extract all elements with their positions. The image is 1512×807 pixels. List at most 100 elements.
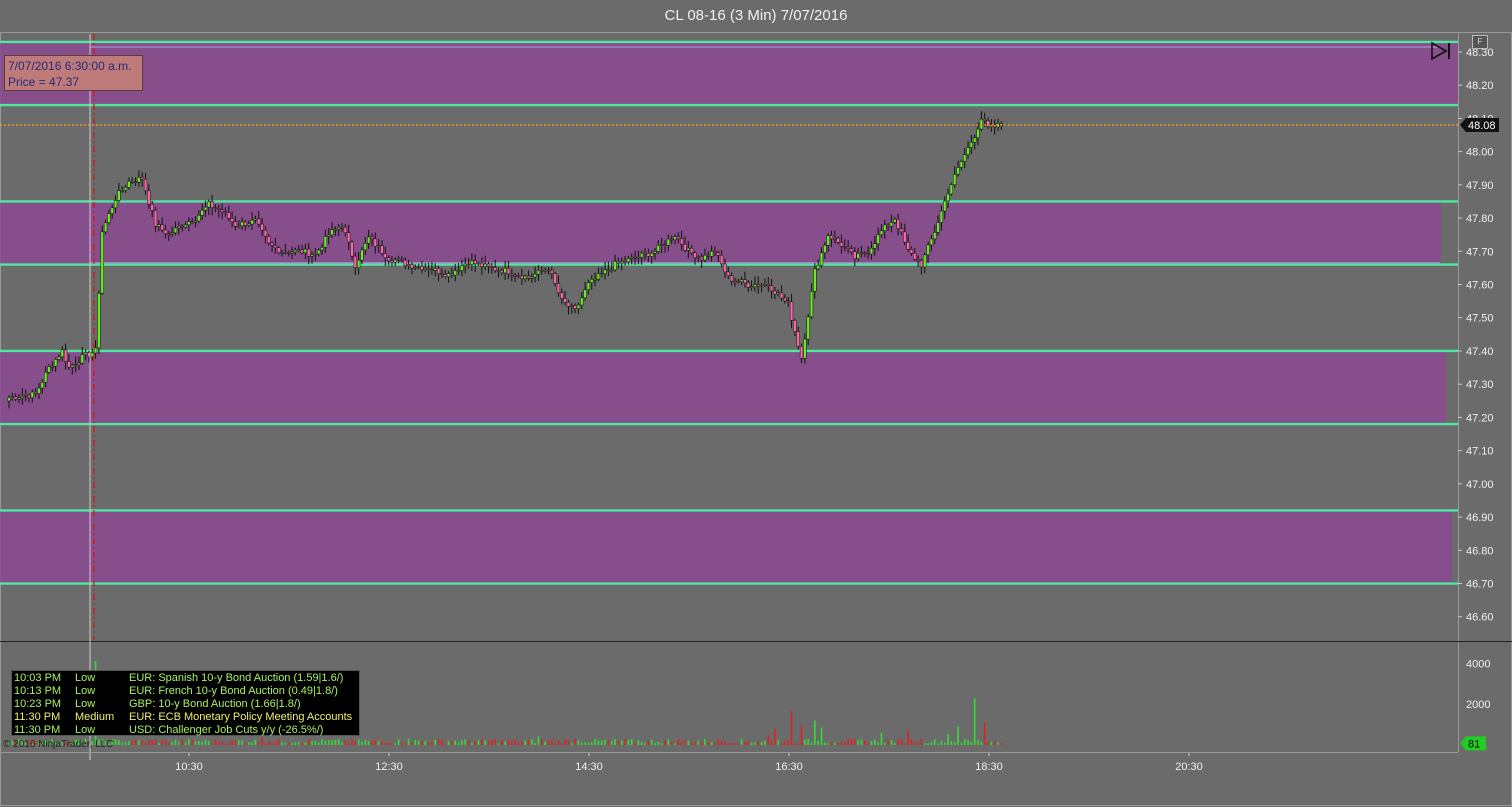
volume-bar-up bbox=[807, 739, 809, 745]
volume-bar-up bbox=[504, 741, 506, 745]
candle-up bbox=[696, 256, 700, 259]
volume-bar-down bbox=[411, 742, 413, 745]
candle-up bbox=[650, 253, 654, 257]
candle-up bbox=[470, 260, 474, 265]
candle-down bbox=[510, 273, 514, 276]
volume-bar-down bbox=[757, 741, 760, 745]
candle-up bbox=[120, 189, 124, 192]
candle-down bbox=[287, 251, 291, 254]
candle-up bbox=[673, 236, 677, 240]
volume-bar-down bbox=[221, 741, 223, 745]
volume-bar-up bbox=[960, 742, 963, 745]
candle-down bbox=[526, 275, 531, 279]
candle-down bbox=[373, 238, 377, 247]
candle-down bbox=[793, 320, 797, 332]
candle-down bbox=[919, 260, 924, 268]
candle-down bbox=[133, 181, 138, 184]
candle-down bbox=[550, 270, 554, 274]
volume-bar-down bbox=[850, 739, 853, 745]
volume-bar-down bbox=[287, 742, 290, 745]
candle-up bbox=[203, 206, 208, 211]
candle-down bbox=[706, 254, 710, 257]
candle-down bbox=[260, 223, 264, 231]
news-time: 10:13 PM bbox=[14, 685, 62, 697]
volume-bar-up bbox=[923, 743, 926, 745]
volume-bar-up bbox=[657, 742, 660, 745]
candle-up bbox=[10, 396, 14, 398]
candle-up bbox=[103, 222, 108, 233]
volume-bar-up bbox=[927, 743, 929, 745]
candle-down bbox=[836, 237, 840, 243]
volume-bar-up bbox=[883, 743, 886, 745]
candle-down bbox=[566, 302, 571, 307]
volume-bar-down bbox=[647, 740, 650, 745]
volume-bar-up bbox=[660, 743, 663, 745]
volume-bar-down bbox=[344, 740, 347, 745]
volume-bar-up bbox=[281, 742, 283, 745]
candle-up bbox=[956, 167, 960, 175]
volume-bar-up bbox=[877, 742, 879, 745]
price-tick-label: 47.20 bbox=[1466, 412, 1494, 424]
candle-down bbox=[180, 225, 184, 228]
candle-down bbox=[163, 229, 168, 235]
volume-bar-down bbox=[384, 743, 387, 745]
candle-up bbox=[313, 253, 318, 256]
news-impact: Low bbox=[75, 724, 96, 736]
candle-down bbox=[500, 270, 504, 274]
volume-bar-up bbox=[284, 742, 287, 745]
volume-bar-down bbox=[790, 711, 793, 745]
candle-down bbox=[846, 246, 850, 249]
candle-up bbox=[603, 269, 607, 274]
volume-bar-up bbox=[414, 739, 417, 745]
candle-down bbox=[353, 255, 357, 268]
candle-up bbox=[576, 304, 581, 309]
candle-up bbox=[859, 252, 864, 254]
candle-down bbox=[633, 256, 637, 259]
candle-up bbox=[40, 382, 44, 389]
candle-up bbox=[610, 269, 614, 272]
candle-up bbox=[7, 397, 11, 402]
volume-bar-down bbox=[784, 741, 786, 745]
f-button[interactable]: F bbox=[1472, 35, 1488, 49]
candle-up bbox=[753, 284, 757, 287]
candle-up bbox=[366, 236, 371, 244]
volume-bar-down bbox=[431, 742, 433, 745]
candle-down bbox=[490, 266, 494, 268]
volume-bar-up bbox=[810, 742, 813, 745]
candle-up bbox=[883, 224, 887, 232]
volume-bar-down bbox=[730, 742, 733, 745]
play-to-end-icon[interactable] bbox=[1430, 41, 1452, 61]
news-row: 11:30 PM Low USD: Challenger Job Cuts y/y … bbox=[14, 724, 357, 737]
candle-up bbox=[590, 279, 594, 283]
volume-bar-down bbox=[144, 742, 147, 745]
candle-down bbox=[786, 300, 790, 303]
volume-bar-down bbox=[907, 730, 909, 745]
volume-bar-up bbox=[118, 739, 120, 745]
volume-bar-up bbox=[447, 741, 450, 745]
volume-bar-up bbox=[424, 741, 427, 745]
volume-bar-up bbox=[138, 740, 140, 745]
candle-up bbox=[137, 176, 141, 183]
volume-bar-up bbox=[880, 732, 883, 745]
candle-down bbox=[670, 238, 674, 241]
news-impact: Medium bbox=[75, 711, 115, 723]
volume-bar-up bbox=[644, 742, 646, 745]
candle-up bbox=[290, 251, 294, 254]
candle-down bbox=[743, 279, 747, 284]
candle-up bbox=[929, 238, 934, 246]
candle-down bbox=[606, 269, 611, 272]
volume-bar-up bbox=[580, 742, 583, 745]
volume-bar-down bbox=[214, 739, 217, 745]
volume-bar-up bbox=[587, 742, 590, 745]
volume-bar-up bbox=[201, 741, 203, 745]
volume-bar-down bbox=[427, 742, 430, 745]
candle-up bbox=[60, 349, 64, 358]
candle-up bbox=[660, 244, 664, 246]
candle-up bbox=[460, 265, 464, 271]
candle-down bbox=[486, 263, 491, 267]
volume-bar-up bbox=[121, 742, 124, 745]
news-row: 11:30 PM Medium EUR: ECB Monetary Policy M… bbox=[14, 711, 357, 724]
candle-down bbox=[223, 211, 228, 214]
candle-up bbox=[100, 231, 104, 294]
candle-down bbox=[147, 190, 151, 205]
